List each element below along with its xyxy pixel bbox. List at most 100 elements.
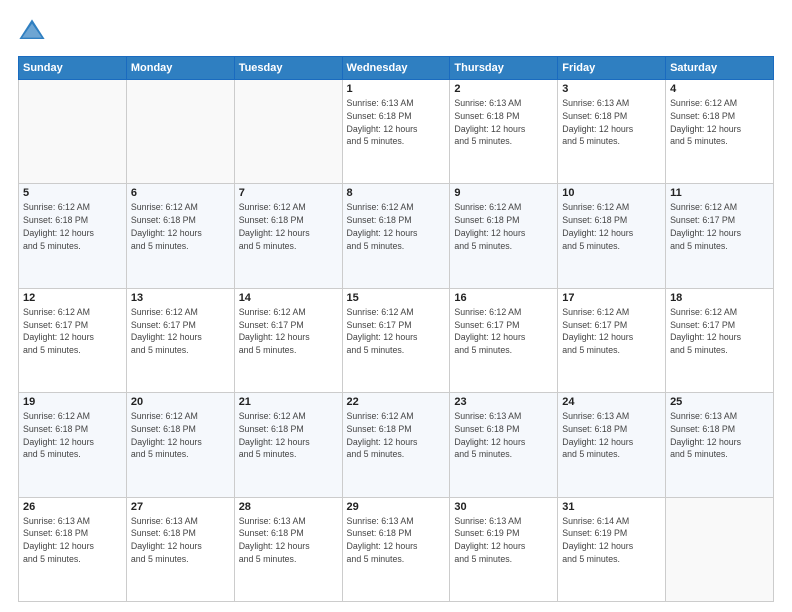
weekday-header-monday: Monday [126, 57, 234, 80]
day-number: 3 [562, 83, 661, 95]
day-info: Sunrise: 6:13 AM Sunset: 6:18 PM Dayligh… [562, 97, 661, 148]
calendar-cell: 18Sunrise: 6:12 AM Sunset: 6:17 PM Dayli… [666, 288, 774, 392]
day-info: Sunrise: 6:12 AM Sunset: 6:18 PM Dayligh… [454, 201, 553, 252]
week-row-4: 19 Sunrise: 6:12 AM Sunset: 6:18 PM Dayli… [19, 393, 774, 497]
calendar-cell [19, 80, 127, 184]
calendar-cell: 11 Sunrise: 6:12 AM Sunset: 6:17 PM Dayli… [666, 184, 774, 288]
day-info: Sunrise: 6:13 AM Sunset: 6:18 PM Dayligh… [131, 515, 230, 566]
day-number: 9 [454, 187, 553, 199]
week-row-2: 5Sunrise: 6:12 AM Sunset: 6:18 PM Daylig… [19, 184, 774, 288]
day-info: Sunrise: 6:12 AM Sunset: 6:18 PM Dayligh… [239, 410, 338, 461]
calendar-cell [666, 497, 774, 601]
day-info: Sunrise: 6:12 AM Sunset: 6:18 PM Dayligh… [239, 201, 338, 252]
day-number: 30 [454, 501, 553, 513]
weekday-header-row: SundayMondayTuesdayWednesdayThursdayFrid… [19, 57, 774, 80]
week-row-5: 26 Sunrise: 6:13 AM Sunset: 6:18 PM Dayli… [19, 497, 774, 601]
calendar-cell: 30 Sunrise: 6:13 AM Sunset: 6:19 PM Dayli… [450, 497, 558, 601]
week-row-1: 1 Sunrise: 6:13 AM Sunset: 6:18 PM Daylig… [19, 80, 774, 184]
day-info: Sunrise: 6:13 AM Sunset: 6:18 PM Dayligh… [347, 97, 446, 148]
day-info: Sunrise: 6:13 AM Sunset: 6:18 PM Dayligh… [23, 515, 122, 566]
day-number: 28 [239, 501, 338, 513]
logo-icon [18, 18, 46, 46]
day-info: Sunrise: 6:12 AM Sunset: 6:18 PM Dayligh… [23, 410, 122, 461]
day-info: Sunrise: 6:13 AM Sunset: 6:18 PM Dayligh… [670, 410, 769, 461]
weekday-header-sunday: Sunday [19, 57, 127, 80]
calendar-cell: 26 Sunrise: 6:13 AM Sunset: 6:18 PM Dayli… [19, 497, 127, 601]
day-info: Sunrise: 6:12 AM Sunset: 6:17 PM Dayligh… [239, 306, 338, 357]
day-info: Sunrise: 6:13 AM Sunset: 6:18 PM Dayligh… [454, 97, 553, 148]
calendar-cell: 23 Sunrise: 6:13 AM Sunset: 6:18 PM Dayli… [450, 393, 558, 497]
day-number: 11 [670, 187, 769, 199]
day-number: 10 [562, 187, 661, 199]
calendar-cell: 17 Sunrise: 6:12 AM Sunset: 6:17 PM Dayli… [558, 288, 666, 392]
day-info: Sunrise: 6:12 AM Sunset: 6:17 PM Dayligh… [670, 201, 769, 252]
day-number: 14 [239, 292, 338, 304]
logo [18, 18, 50, 46]
week-row-3: 12 Sunrise: 6:12 AM Sunset: 6:17 PM Dayli… [19, 288, 774, 392]
day-info: Sunrise: 6:13 AM Sunset: 6:18 PM Dayligh… [239, 515, 338, 566]
day-number: 22 [347, 396, 446, 408]
day-number: 29 [347, 501, 446, 513]
day-info: Sunrise: 6:12 AM Sunset: 6:17 PM Dayligh… [347, 306, 446, 357]
day-number: 12 [23, 292, 122, 304]
day-number: 19 [23, 396, 122, 408]
day-info: Sunrise: 6:12 AM Sunset: 6:17 PM Dayligh… [23, 306, 122, 357]
calendar-cell: 16 Sunrise: 6:12 AM Sunset: 6:17 PM Dayli… [450, 288, 558, 392]
day-info: Sunrise: 6:12 AM Sunset: 6:17 PM Dayligh… [562, 306, 661, 357]
weekday-header-wednesday: Wednesday [342, 57, 450, 80]
calendar-cell: 5Sunrise: 6:12 AM Sunset: 6:18 PM Daylig… [19, 184, 127, 288]
calendar-cell: 13Sunrise: 6:12 AM Sunset: 6:17 PM Dayli… [126, 288, 234, 392]
day-number: 27 [131, 501, 230, 513]
calendar-cell: 31 Sunrise: 6:14 AM Sunset: 6:19 PM Dayli… [558, 497, 666, 601]
day-number: 17 [562, 292, 661, 304]
day-info: Sunrise: 6:12 AM Sunset: 6:17 PM Dayligh… [454, 306, 553, 357]
calendar-cell: 9 Sunrise: 6:12 AM Sunset: 6:18 PM Daylig… [450, 184, 558, 288]
calendar-cell: 21 Sunrise: 6:12 AM Sunset: 6:18 PM Dayli… [234, 393, 342, 497]
calendar-cell: 20Sunrise: 6:12 AM Sunset: 6:18 PM Dayli… [126, 393, 234, 497]
calendar-cell: 10 Sunrise: 6:12 AM Sunset: 6:18 PM Dayli… [558, 184, 666, 288]
day-number: 26 [23, 501, 122, 513]
calendar-cell [126, 80, 234, 184]
day-number: 4 [670, 83, 769, 95]
calendar-cell: 2 Sunrise: 6:13 AM Sunset: 6:18 PM Daylig… [450, 80, 558, 184]
day-info: Sunrise: 6:14 AM Sunset: 6:19 PM Dayligh… [562, 515, 661, 566]
day-number: 23 [454, 396, 553, 408]
day-info: Sunrise: 6:12 AM Sunset: 6:18 PM Dayligh… [670, 97, 769, 148]
calendar-cell [234, 80, 342, 184]
calendar-cell: 1 Sunrise: 6:13 AM Sunset: 6:18 PM Daylig… [342, 80, 450, 184]
calendar-cell: 22Sunrise: 6:12 AM Sunset: 6:18 PM Dayli… [342, 393, 450, 497]
day-number: 31 [562, 501, 661, 513]
day-number: 2 [454, 83, 553, 95]
day-number: 15 [347, 292, 446, 304]
day-number: 1 [347, 83, 446, 95]
calendar-cell: 24Sunrise: 6:13 AM Sunset: 6:18 PM Dayli… [558, 393, 666, 497]
day-info: Sunrise: 6:12 AM Sunset: 6:18 PM Dayligh… [131, 201, 230, 252]
page: SundayMondayTuesdayWednesdayThursdayFrid… [0, 0, 792, 612]
calendar-cell: 4 Sunrise: 6:12 AM Sunset: 6:18 PM Daylig… [666, 80, 774, 184]
day-info: Sunrise: 6:13 AM Sunset: 6:18 PM Dayligh… [454, 410, 553, 461]
day-number: 21 [239, 396, 338, 408]
day-number: 25 [670, 396, 769, 408]
calendar-cell: 7Sunrise: 6:12 AM Sunset: 6:18 PM Daylig… [234, 184, 342, 288]
calendar-cell: 28 Sunrise: 6:13 AM Sunset: 6:18 PM Dayli… [234, 497, 342, 601]
calendar-table: SundayMondayTuesdayWednesdayThursdayFrid… [18, 56, 774, 602]
day-info: Sunrise: 6:13 AM Sunset: 6:18 PM Dayligh… [562, 410, 661, 461]
calendar-cell: 8Sunrise: 6:12 AM Sunset: 6:18 PM Daylig… [342, 184, 450, 288]
calendar-cell: 25 Sunrise: 6:13 AM Sunset: 6:18 PM Dayli… [666, 393, 774, 497]
day-number: 16 [454, 292, 553, 304]
day-info: Sunrise: 6:12 AM Sunset: 6:18 PM Dayligh… [23, 201, 122, 252]
day-info: Sunrise: 6:13 AM Sunset: 6:18 PM Dayligh… [347, 515, 446, 566]
calendar-cell: 3 Sunrise: 6:13 AM Sunset: 6:18 PM Daylig… [558, 80, 666, 184]
day-info: Sunrise: 6:12 AM Sunset: 6:18 PM Dayligh… [562, 201, 661, 252]
calendar-cell: 29 Sunrise: 6:13 AM Sunset: 6:18 PM Dayli… [342, 497, 450, 601]
weekday-header-thursday: Thursday [450, 57, 558, 80]
calendar-cell: 14 Sunrise: 6:12 AM Sunset: 6:17 PM Dayli… [234, 288, 342, 392]
day-info: Sunrise: 6:13 AM Sunset: 6:19 PM Dayligh… [454, 515, 553, 566]
day-info: Sunrise: 6:12 AM Sunset: 6:18 PM Dayligh… [347, 201, 446, 252]
day-number: 6 [131, 187, 230, 199]
header [18, 18, 774, 46]
weekday-header-saturday: Saturday [666, 57, 774, 80]
weekday-header-friday: Friday [558, 57, 666, 80]
day-number: 13 [131, 292, 230, 304]
calendar-cell: 12 Sunrise: 6:12 AM Sunset: 6:17 PM Dayli… [19, 288, 127, 392]
